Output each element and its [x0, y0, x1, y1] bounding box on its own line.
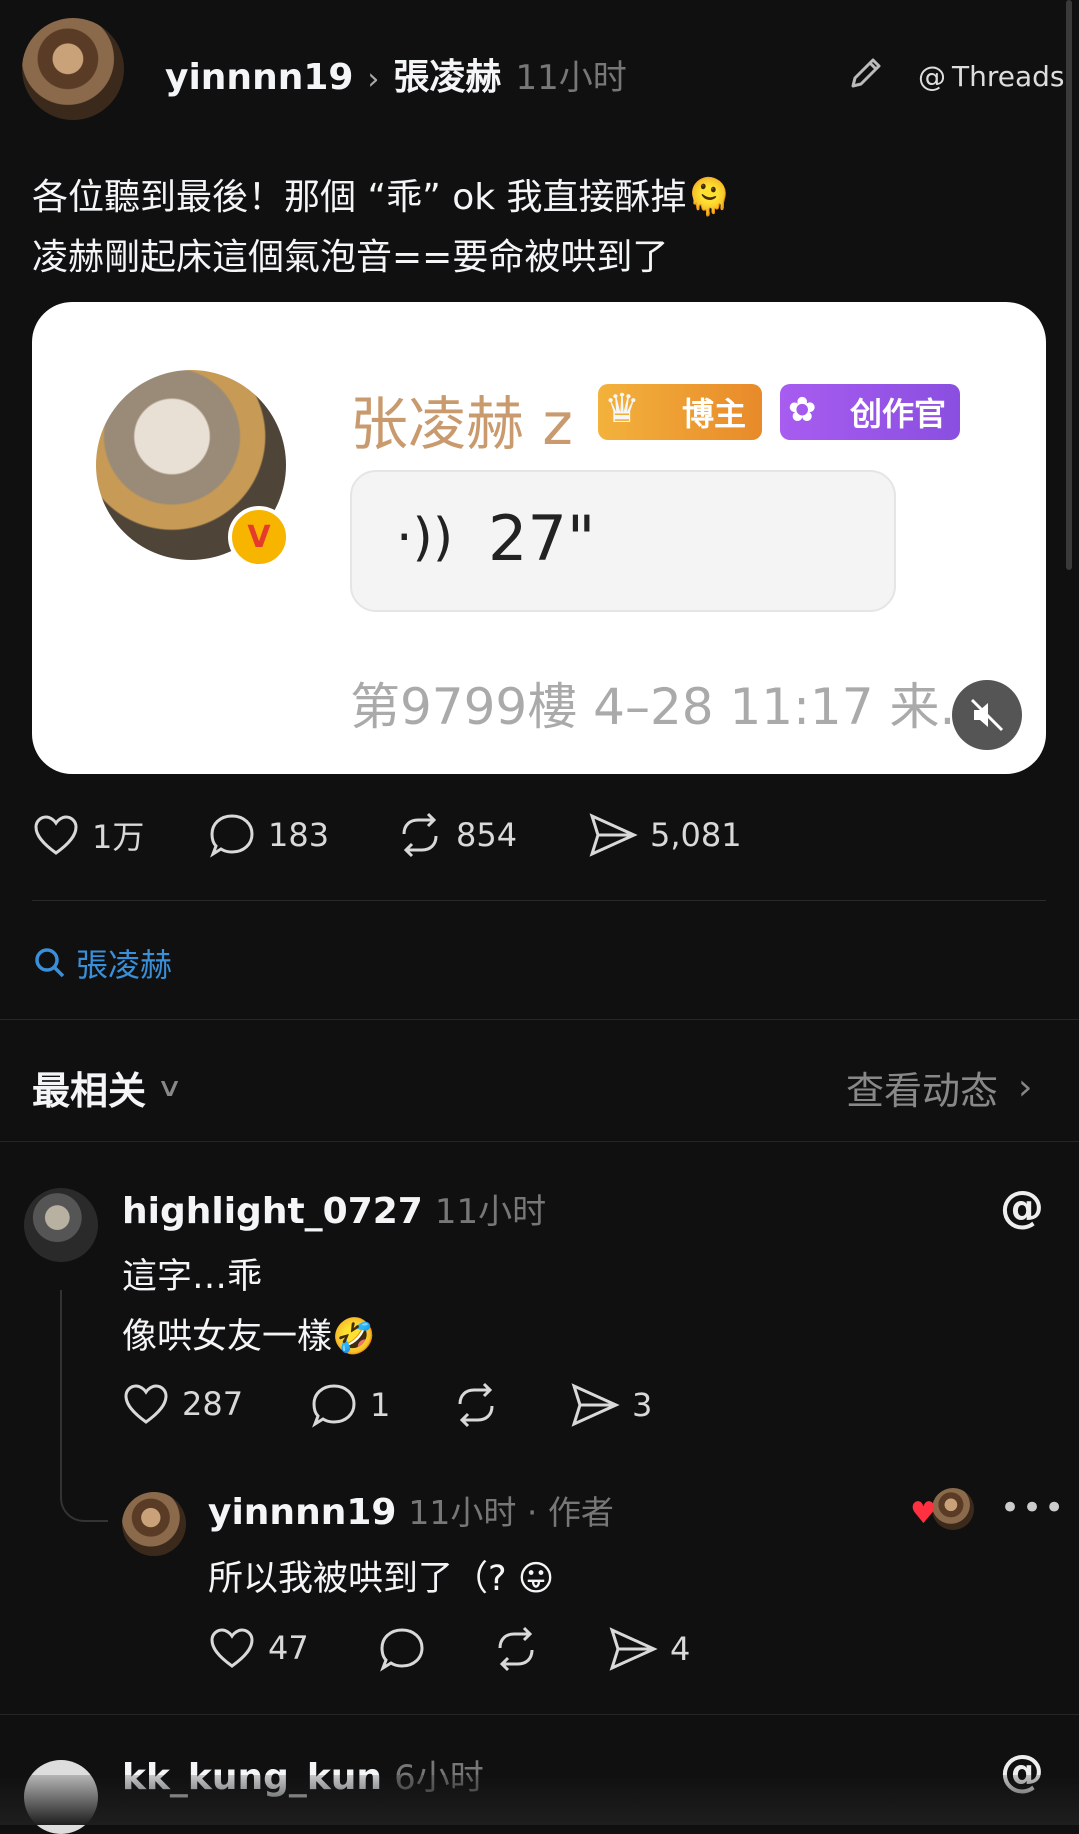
- scrollbar[interactable]: [1066, 0, 1072, 570]
- comment-icon: [380, 1628, 424, 1672]
- like-button[interactable]: 1万: [32, 812, 144, 858]
- post-header: yinnnn19 › 張凌赫 11小时: [165, 48, 627, 100]
- share-button[interactable]: 3: [570, 1382, 652, 1428]
- chevron-right-icon: ›: [367, 62, 380, 97]
- reply-username[interactable]: highlight_0727: [122, 1191, 423, 1232]
- post-text-line2: 凌赫剛起床這個氣泡音==要命被哄到了: [32, 237, 669, 278]
- reply-avatar[interactable]: [24, 1188, 98, 1262]
- heart-icon: ♥: [910, 1496, 937, 1531]
- share-button[interactable]: 4: [608, 1626, 690, 1672]
- thread-curve: [60, 1460, 108, 1522]
- reply-text: 所以我被哄到了（? 😛: [208, 1559, 555, 1599]
- reply-time: 11小时 · 作者: [408, 1493, 614, 1532]
- heart-icon: [124, 1384, 168, 1424]
- reply-text-line1: 這字…乖: [122, 1257, 263, 1297]
- badge-creator: ✿ 创作官: [780, 384, 960, 440]
- repost-icon: [498, 1626, 534, 1672]
- badge-blogger: ♛ 博主: [598, 384, 762, 440]
- repost-icon: [402, 812, 438, 858]
- topic-tag[interactable]: 張凌赫: [34, 940, 172, 986]
- media-display-name: 张凌赫 z: [350, 390, 573, 458]
- chevron-down-icon: ∨: [156, 1072, 183, 1103]
- search-icon: [35, 948, 65, 978]
- liker-avatar: [932, 1488, 974, 1530]
- threads-watermark: @ Threads: [918, 60, 1065, 93]
- heart-icon: [34, 815, 78, 855]
- comment-icon: [312, 1384, 356, 1428]
- bottom-bar: [0, 1775, 1079, 1825]
- repost-icon: [458, 1382, 494, 1428]
- audio-bubble[interactable]: ·)) 27": [350, 470, 896, 612]
- reply-to-name[interactable]: 張凌赫: [393, 48, 501, 100]
- audio-wave-icon: ·)): [396, 508, 454, 568]
- sort-dropdown[interactable]: 最相关 ∨: [32, 1060, 183, 1115]
- repost-button[interactable]: [452, 1382, 500, 1428]
- divider: [32, 900, 1046, 901]
- repost-button[interactable]: [492, 1626, 540, 1672]
- author-liked-indicator: ♥: [910, 1488, 976, 1532]
- media-footer: 第9799樓 4–28 11:17 来.: [350, 678, 956, 736]
- post-author-avatar[interactable]: [22, 18, 124, 120]
- threads-logo-icon: @: [918, 60, 946, 93]
- post-time: 11小时: [515, 58, 627, 98]
- verified-badge-icon: V: [228, 506, 290, 568]
- share-button[interactable]: 5,081: [588, 812, 742, 858]
- mute-icon[interactable]: [952, 680, 1022, 750]
- section-divider: [0, 1141, 1079, 1142]
- post-username[interactable]: yinnnn19: [165, 57, 353, 98]
- edit-icon[interactable]: [845, 52, 887, 94]
- reply-header: highlight_0727 11小时: [122, 1184, 546, 1233]
- media-card[interactable]: V 张凌赫 z ♛ 博主 ✿ 创作官 ·)) 27" 第9799樓 4–28 1…: [32, 302, 1046, 774]
- reply-username[interactable]: yinnnn19: [208, 1492, 396, 1533]
- crown-icon: ♛: [604, 386, 640, 432]
- audio-duration: 27": [488, 502, 596, 575]
- comment-button[interactable]: 1: [310, 1382, 390, 1428]
- creator-emblem-icon: ✿: [788, 390, 817, 430]
- post-text-line1: 各位聽到最後！那個 “乖” ok 我直接酥掉🫠: [32, 177, 732, 218]
- section-divider: [0, 1714, 1079, 1715]
- repost-button[interactable]: 854: [396, 812, 517, 858]
- send-icon: [571, 1383, 620, 1427]
- reply-avatar[interactable]: [122, 1492, 186, 1556]
- reply-text-line2: 像哄女友一樣🤣: [122, 1317, 376, 1357]
- comment-icon: [210, 814, 254, 858]
- reply-time: 11小时: [434, 1192, 547, 1232]
- chevron-right-icon: ›: [1018, 1067, 1033, 1108]
- reply-header: yinnnn19 11小时 · 作者: [208, 1486, 614, 1534]
- heart-icon: [210, 1628, 254, 1668]
- send-icon: [589, 813, 638, 857]
- threads-logo-icon[interactable]: @: [1000, 1182, 1044, 1233]
- view-activity-link[interactable]: 查看动态 ›: [846, 1060, 1032, 1115]
- comment-button[interactable]: 183: [208, 812, 329, 858]
- section-divider: [0, 1019, 1079, 1020]
- send-icon: [609, 1627, 658, 1671]
- more-options-icon[interactable]: •••: [1000, 1488, 1066, 1528]
- like-button[interactable]: 47: [208, 1626, 309, 1670]
- comment-button[interactable]: [378, 1626, 426, 1672]
- like-button[interactable]: 287: [122, 1382, 243, 1426]
